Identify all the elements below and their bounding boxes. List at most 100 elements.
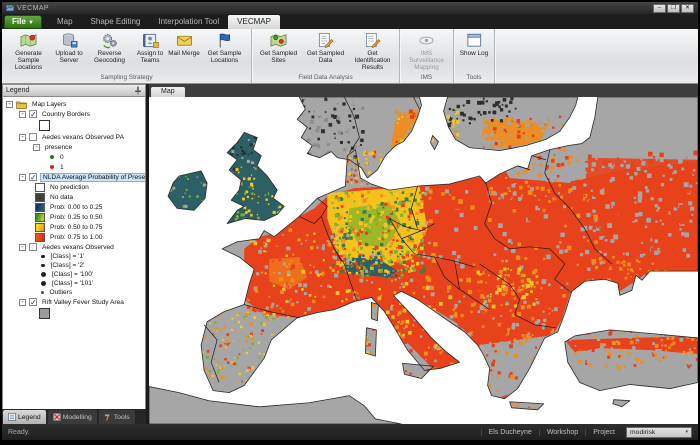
expander-icon[interactable]: -	[19, 299, 26, 306]
envelope-icon	[176, 32, 193, 49]
document-edit-icon	[317, 32, 334, 49]
assign-to-teams-button[interactable]: Assign to Teams	[133, 31, 167, 64]
class-row: Outliers	[3, 288, 145, 297]
map-marker-icon	[20, 32, 37, 49]
panel-tab-legend[interactable]: Legend	[3, 410, 46, 424]
show-log-button[interactable]: Show Log	[457, 31, 491, 57]
ribbon-group-field-data-analysis: Get Sampled Sites Get Sampled Data	[252, 29, 400, 83]
window-icon	[466, 32, 483, 49]
tree-node-nlda: - NLDA Average Probability of Presence	[3, 172, 145, 182]
folder-icon	[16, 100, 27, 109]
get-identification-results-button[interactable]: Get Identification Results	[349, 31, 396, 72]
tree-node-aedes-observed: - Aedes vexans Observed	[3, 242, 145, 252]
prob-high-swatch	[35, 233, 45, 242]
tree-node-rift-valley: - Rift Valley Fever Study Area	[3, 297, 145, 307]
expander-icon[interactable]: -	[19, 174, 26, 181]
legend-list-icon	[8, 413, 16, 421]
status-bar: Ready. Els Ducheyne Workshop Project mod…	[2, 424, 698, 440]
layer-group-label[interactable]: Map Layers	[30, 101, 68, 108]
group-label-field-data-analysis: Field Data Analysis	[255, 73, 396, 83]
maximize-button[interactable]: ❐	[667, 4, 680, 13]
layer-tree: - Map Layers - Country Borders -	[2, 97, 146, 409]
status-project-label[interactable]: Project	[585, 429, 622, 436]
layer-label-selected[interactable]: NLDA Average Probability of Presence	[40, 173, 146, 182]
map-canvas[interactable]	[149, 97, 698, 424]
class-row: Prob: 0.75 to 1.00	[3, 232, 145, 242]
prob-midlow-swatch	[35, 213, 45, 222]
group-label-sampling-strategy: Sampling Strategy	[5, 73, 248, 83]
class-group-label: presence	[43, 144, 74, 151]
prob-low-swatch	[35, 203, 45, 212]
europe-probability-map	[149, 97, 698, 424]
get-sampled-data-button[interactable]: Get Sampled Data	[302, 31, 349, 64]
legend-panel: Legend - Map Layers -	[2, 84, 149, 424]
status-workshop[interactable]: Workshop	[539, 429, 585, 436]
class-row: 0	[3, 152, 145, 162]
pin-icon[interactable]	[134, 86, 142, 95]
file-menu-button[interactable]: File ▼	[4, 15, 42, 29]
class-label: No prediction	[48, 184, 91, 191]
hammer-icon	[104, 413, 112, 421]
black-dot-icon	[41, 281, 46, 286]
title-bar: VECMAP – ❐ ✕	[2, 2, 698, 14]
tab-interpolation-tool[interactable]: Interpolation Tool	[149, 15, 228, 29]
upload-to-server-button[interactable]: Upload to Server	[52, 31, 86, 64]
document-edit-icon	[364, 32, 381, 49]
black-dot-icon	[41, 272, 46, 277]
expander-icon[interactable]: -	[19, 111, 26, 118]
eye-icon	[418, 32, 435, 49]
class-label: [Class] = '1'	[49, 253, 87, 260]
layer-checkbox-nlda[interactable]	[29, 173, 37, 181]
panel-tab-tools[interactable]: Tools	[99, 410, 135, 424]
class-label: Outliers	[48, 289, 75, 296]
project-dropdown[interactable]: modirisk ▾	[626, 427, 692, 438]
layer-label[interactable]: Country Borders	[40, 111, 92, 118]
map-pins-icon	[270, 32, 287, 49]
map-document-tab[interactable]: Map	[151, 87, 185, 97]
symbol-row-country-borders	[3, 119, 145, 132]
minimize-button[interactable]: –	[653, 4, 666, 13]
mail-merge-button[interactable]: Mail Merge	[167, 31, 201, 57]
class-row: Prob: 0.50 to 0.75	[3, 222, 145, 232]
group-label-ims: IMS	[403, 73, 450, 83]
class-label: No data	[48, 194, 75, 201]
layer-checkbox-rift-valley[interactable]	[29, 298, 37, 306]
flag-icon	[216, 32, 233, 49]
panel-tab-modelling[interactable]: Modelling	[48, 410, 97, 424]
close-button[interactable]: ✕	[681, 4, 694, 13]
expander-icon[interactable]: -	[19, 244, 26, 251]
chevron-down-icon: ▾	[685, 429, 688, 435]
layer-label[interactable]: Aedes vexans Observed	[40, 244, 116, 251]
generate-sample-locations-button[interactable]: Generate Sample Locations	[5, 31, 52, 72]
class-label: [Class] = '100'	[50, 271, 95, 278]
tab-shape-editing[interactable]: Shape Editing	[82, 15, 150, 29]
get-sampled-sites-button[interactable]: Get Sampled Sites	[255, 31, 302, 64]
class-label: Prob: 0.75 to 1.00	[48, 234, 104, 241]
expander-icon[interactable]: -	[6, 101, 13, 108]
expander-icon[interactable]: -	[19, 134, 26, 141]
class-row: [Class] = '101'	[3, 279, 145, 288]
main-area: Legend - Map Layers -	[2, 84, 698, 424]
layer-label[interactable]: Aedes vexans Observed PA	[40, 134, 126, 141]
layer-checkbox-country-borders[interactable]	[29, 110, 37, 118]
status-user: Els Ducheyne	[481, 429, 539, 436]
class-row: No prediction	[3, 182, 145, 192]
class-label: 0	[58, 154, 66, 161]
layer-label[interactable]: Rift Valley Fever Study Area	[40, 299, 126, 306]
get-sample-locations-button[interactable]: Get Sample Locations	[201, 31, 248, 64]
reverse-geocoding-button[interactable]: Reverse Geocoding	[86, 31, 133, 64]
tree-node-presence: - presence	[3, 142, 145, 152]
class-label: [Class] = '101'	[50, 280, 95, 287]
legend-panel-title: Legend	[6, 87, 29, 94]
contact-card-icon	[142, 32, 159, 49]
tab-vecmap[interactable]: VECMAP	[228, 15, 280, 29]
expander-icon[interactable]: -	[33, 144, 40, 151]
class-label: Prob: 0.25 to 0.50	[48, 214, 104, 221]
file-caret-icon: ▼	[28, 20, 34, 26]
layer-checkbox-aedes-observed[interactable]	[29, 243, 37, 251]
class-row: [Class] = '2'	[3, 261, 145, 270]
class-row: Prob: 0.00 to 0.25	[3, 202, 145, 212]
tab-map[interactable]: Map	[48, 15, 82, 29]
layer-checkbox-aedes-pa[interactable]	[29, 133, 37, 141]
symbol-row-rift-valley	[3, 307, 145, 320]
